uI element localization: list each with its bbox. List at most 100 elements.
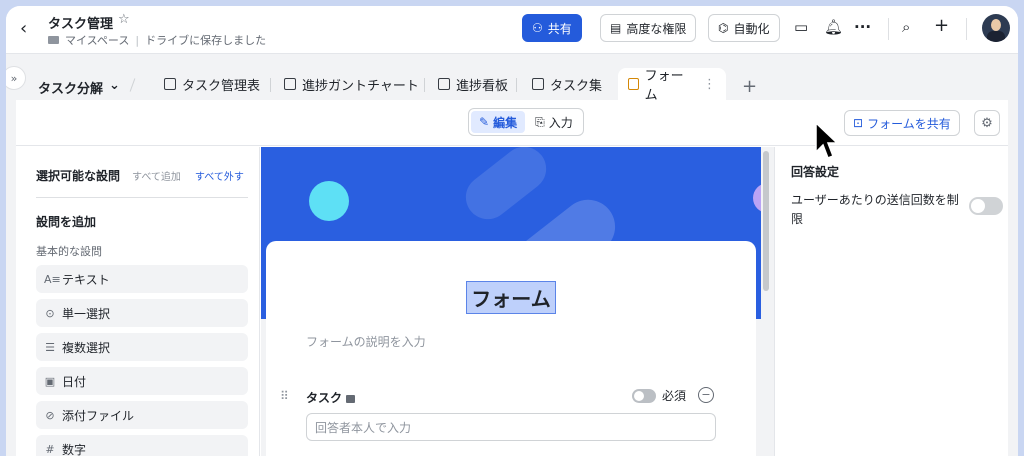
field-item-date[interactable]: ▣ 日付 [36,367,248,395]
remove-question-icon[interactable]: − [698,387,714,403]
avatar-body [987,31,1005,42]
paperclip-icon: ⊘ [45,408,55,422]
share-button-label: 共有 [547,21,572,36]
multi-select-icon: ☰ [45,340,55,354]
form-editor: ✎ 編集 ⎘ 入力 ⊡ フォームを共有 ⚙ 選択可能な設問 すべて追加 すべて外… [16,100,1008,456]
automation-label: 自動化 [733,21,770,36]
bell-icon[interactable]: 🔔︎ [824,18,843,36]
field-item-single-select[interactable]: ⊙ 単一選択 [36,299,248,327]
top-header: ‹ タスク管理 ☆ マイスペース | ドライブに保存しました ⚇ 共有 ▤ 高度… [6,6,1018,54]
palette-header: 選択可能な設問 すべて追加 すべて外す [36,167,248,184]
field-item-text[interactable]: A≡ テキスト [36,265,248,293]
edit-mode-label: 編集 [493,115,518,130]
chevron-down-icon: ⌄ [109,78,120,93]
basic-questions-heading: 基本的な設問 [36,245,102,258]
input-mode-button[interactable]: ⎘ 入力 [527,111,581,133]
presentation-icon[interactable]: ▭ [794,18,808,36]
settings-gear-icon[interactable]: ⚙ [974,110,1000,136]
field-item-label: 数字 [62,442,87,456]
avatar[interactable] [982,14,1010,42]
palette-divider [36,197,248,198]
banner-pill-decoration [456,147,556,229]
tab-label: 進捗ガントチャート [302,78,419,94]
robot-icon: ⌬ [718,21,729,35]
star-icon[interactable]: ☆ [118,12,130,27]
tab-divider [516,78,517,92]
response-settings-panel: 回答設定 ユーザーあたりの送信回数を制限 [774,147,1008,456]
grid-table-icon [164,78,176,90]
form-input-icon: ⎘ [535,114,545,129]
input-mode-label: 入力 [548,115,573,130]
breadcrumb-separator: | [135,33,140,47]
question-label: タスク [306,391,343,405]
form-description-field[interactable]: フォームの説明を入力 [306,333,426,350]
submission-limit-label: ユーザーあたりの送信回数を制限 [791,193,959,226]
tab-more-icon[interactable]: ⋮ [703,77,716,92]
view-group-label: タスク分解 [38,82,104,97]
form-title[interactable]: フォーム [466,281,556,314]
field-item-label: テキスト [62,272,110,287]
required-toggle[interactable] [632,388,656,403]
tab-task-table[interactable]: タスク管理表 [154,68,270,100]
mode-switch: ✎ 編集 ⎘ 入力 [468,108,584,136]
permissions-label: 高度な権限 [626,21,687,36]
field-item-label: 日付 [62,374,87,389]
breadcrumb-location[interactable]: マイスペース [65,32,129,48]
submission-limit-toggle[interactable] [969,197,1003,215]
remove-all-link[interactable]: すべて外す [195,168,244,183]
tab-gallery[interactable]: タスク集 [522,68,612,100]
share-form-button[interactable]: ⊡ フォームを共有 [844,110,960,136]
form-toolbar: ✎ 編集 ⎘ 入力 ⊡ フォームを共有 ⚙ [16,100,1008,146]
required-control: 必須 [632,387,686,404]
search-icon[interactable]: ⌕ [902,18,910,36]
preview-scrollbar[interactable] [763,151,769,291]
tab-label: タスク管理表 [182,78,261,94]
more-icon[interactable]: ··· [854,18,871,36]
field-palette: 選択可能な設問 すべて追加 すべて外す 設問を追加 基本的な設問 A≡ テキスト… [16,147,260,456]
banner-circle-decoration [753,183,761,213]
view-tabbar: » タスク分解 ⌄ タスク管理表 進捗ガントチャート 進捗看板 タスク集 フォー… [6,54,1018,103]
form-title-container: フォーム [266,281,756,314]
share-form-label: フォームを共有 [867,116,951,131]
required-label: 必須 [662,389,687,403]
mouse-cursor-icon [815,122,838,159]
calendar-icon: ▣ [44,374,56,388]
add-view-button[interactable]: + [742,76,757,97]
field-item-number[interactable]: # 数字 [36,435,248,456]
advanced-permissions-button[interactable]: ▤ 高度な権限 [600,14,697,42]
tab-label: 進捗看板 [456,78,509,94]
field-item-label: 複数選択 [62,340,111,355]
tab-form[interactable]: フォーム ⋮ [618,68,726,103]
field-item-multi-select[interactable]: ☰ 複数選択 [36,333,248,361]
header-divider [888,18,889,40]
document-title[interactable]: タスク管理 [48,13,113,32]
save-status: ドライブに保存しました [145,34,267,47]
gallery-icon [532,78,544,90]
add-all-link[interactable]: すべて追加 [132,168,181,183]
tab-gantt[interactable]: 進捗ガントチャート [274,68,429,100]
question-title: タスク [306,389,356,406]
drag-handle-icon[interactable]: ⠿ [280,389,289,403]
question-answer-input[interactable]: 回答者本人で入力 [306,413,716,441]
app-window: ‹ タスク管理 ☆ マイスペース | ドライブに保存しました ⚇ 共有 ▤ 高度… [6,6,1018,456]
view-group-selector[interactable]: タスク分解 ⌄ [38,78,120,97]
tab-divider [270,78,271,92]
add-question-heading: 設問を追加 [36,215,97,229]
folder-icon [48,36,59,44]
breadcrumb: マイスペース | ドライブに保存しました [48,32,266,48]
expand-sidebar-icon[interactable]: » [6,66,26,90]
share-button[interactable]: ⚇ 共有 [522,14,582,42]
form-preview: フォーム フォームの説明を入力 ⠿ タスク 必須 − 回答者本人で入力 [261,147,774,456]
tab-kanban[interactable]: 進捗看板 [428,68,518,100]
edit-mode-button[interactable]: ✎ 編集 [471,111,526,133]
plus-icon[interactable]: + [934,15,949,36]
lock-share-icon: ⊡ [853,116,864,130]
permission-icon: ▤ [610,21,622,35]
form-icon [628,78,639,90]
automation-button[interactable]: ⌬ 自動化 [708,14,780,42]
kanban-icon [438,78,450,90]
header-divider [966,18,967,40]
back-arrow-icon[interactable]: ‹ [20,18,27,39]
gantt-icon [284,78,296,90]
field-item-attachment[interactable]: ⊘ 添付ファイル [36,401,248,429]
